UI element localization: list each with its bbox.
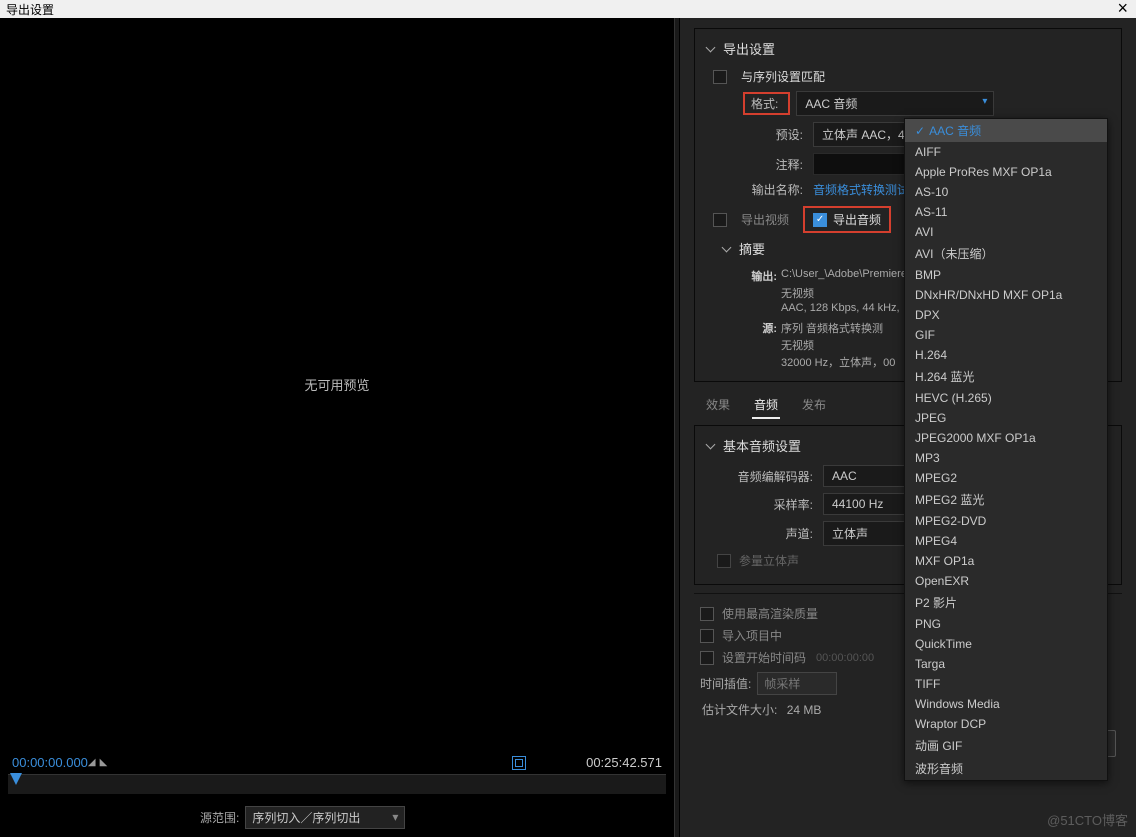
format-option[interactable]: PNG	[905, 614, 1107, 634]
format-option[interactable]: Targa	[905, 654, 1107, 674]
max-quality-label: 使用最高渲染质量	[722, 605, 818, 622]
output-name-link[interactable]: 音频格式转换测试	[813, 181, 909, 198]
format-option[interactable]: AVI（未压缩）	[905, 242, 1107, 265]
export-settings-header[interactable]: 导出设置	[707, 39, 1109, 58]
import-project-label: 导入项目中	[722, 627, 782, 644]
preview-panel: 无可用预览 00:00:00.000 ◢ ◣ 00:25:42.571 源范围:…	[0, 18, 674, 837]
format-option[interactable]: MPEG2-DVD	[905, 511, 1107, 531]
format-option[interactable]: AS-10	[905, 182, 1107, 202]
format-option[interactable]: JPEG	[905, 408, 1107, 428]
sample-label: 采样率:	[723, 496, 813, 513]
chevron-down-icon	[707, 441, 717, 451]
format-option[interactable]: P2 影片	[905, 591, 1107, 614]
codec-label: 音频编解码器:	[723, 468, 813, 485]
format-option[interactable]: MP3	[905, 448, 1107, 468]
format-option[interactable]: MXF OP1a	[905, 551, 1107, 571]
start-timecode-checkbox[interactable]	[700, 651, 714, 665]
format-label: 格式:	[747, 95, 782, 113]
format-option[interactable]: AIFF	[905, 142, 1107, 162]
param-stereo-checkbox	[717, 554, 731, 568]
format-option[interactable]: Windows Media	[905, 694, 1107, 714]
format-option[interactable]: H.264	[905, 345, 1107, 365]
param-stereo-label: 参量立体声	[739, 552, 799, 569]
format-option[interactable]: MPEG2 蓝光	[905, 488, 1107, 511]
format-option[interactable]: MPEG2	[905, 468, 1107, 488]
comment-label: 注释:	[743, 156, 803, 173]
format-option[interactable]: 动画 GIF	[905, 734, 1107, 757]
mark-in-icon[interactable]: ◢	[88, 757, 96, 768]
export-audio-checkbox[interactable]: ✓	[813, 213, 827, 227]
output-name-label: 输出名称:	[719, 181, 803, 198]
format-option[interactable]: DPX	[905, 305, 1107, 325]
start-timecode-value: 00:00:00:00	[816, 652, 874, 664]
format-option[interactable]: QuickTime	[905, 634, 1107, 654]
format-option[interactable]: JPEG2000 MXF OP1a	[905, 428, 1107, 448]
titlebar: 导出设置 ×	[0, 0, 1136, 18]
format-option[interactable]: OpenEXR	[905, 571, 1107, 591]
tab-publish[interactable]: 发布	[800, 392, 828, 419]
start-timecode-label: 设置开始时间码	[722, 649, 806, 666]
max-quality-checkbox[interactable]	[700, 607, 714, 621]
format-option[interactable]: HEVC (H.265)	[905, 388, 1107, 408]
interp-select[interactable]: 帧采样	[757, 672, 837, 695]
format-option[interactable]: AVI	[905, 222, 1107, 242]
format-option[interactable]: 波形音频	[905, 757, 1107, 780]
no-preview-text: 无可用预览	[0, 18, 674, 751]
chevron-down-icon	[707, 44, 717, 54]
import-project-checkbox[interactable]	[700, 629, 714, 643]
range-label: 源范围:	[200, 809, 239, 826]
chevron-down-icon: ▾	[982, 96, 987, 107]
format-option[interactable]: GIF	[905, 325, 1107, 345]
format-option[interactable]: Wraptor DCP	[905, 714, 1107, 734]
format-option[interactable]: DNxHR/DNxHD MXF OP1a	[905, 285, 1107, 305]
format-select[interactable]: AAC 音频 ▾	[796, 91, 994, 116]
format-option[interactable]: Apple ProRes MXF OP1a	[905, 162, 1107, 182]
window-title: 导出设置	[6, 3, 54, 17]
fit-icon[interactable]	[512, 756, 526, 770]
tab-audio[interactable]: 音频	[752, 392, 780, 419]
export-audio-label: 导出音频	[833, 211, 881, 228]
timeline-bar: 00:00:00.000 ◢ ◣ 00:25:42.571	[0, 751, 674, 774]
format-option[interactable]: AAC 音频	[905, 119, 1107, 142]
format-dropdown[interactable]: AAC 音频AIFFApple ProRes MXF OP1aAS-10AS-1…	[904, 118, 1108, 781]
tab-effects[interactable]: 效果	[704, 392, 732, 419]
match-sequence-label: 与序列设置匹配	[741, 68, 825, 85]
interp-label: 时间插值:	[700, 675, 751, 692]
format-option[interactable]: TIFF	[905, 674, 1107, 694]
export-video-label: 导出视频	[741, 211, 789, 228]
chevron-down-icon	[723, 244, 733, 254]
scrubber[interactable]	[8, 774, 666, 794]
channel-label: 声道:	[723, 525, 813, 542]
watermark: @51CTO博客	[1047, 810, 1128, 829]
format-option[interactable]: AS-11	[905, 202, 1107, 222]
format-option[interactable]: H.264 蓝光	[905, 365, 1107, 388]
close-icon[interactable]: ×	[1117, 0, 1128, 19]
est-value: 24 MB	[787, 703, 822, 717]
format-option[interactable]: MPEG4	[905, 531, 1107, 551]
time-end: 00:25:42.571	[586, 755, 662, 770]
preset-label: 预设:	[743, 126, 803, 143]
export-video-checkbox[interactable]	[713, 213, 727, 227]
playhead-icon[interactable]	[10, 773, 22, 785]
format-option[interactable]: BMP	[905, 265, 1107, 285]
range-select[interactable]: 序列切入／序列切出 ▾	[245, 806, 405, 829]
mark-out-icon[interactable]: ◣	[100, 757, 108, 768]
match-sequence-checkbox[interactable]	[713, 70, 727, 84]
est-label: 估计文件大小:	[702, 703, 777, 717]
time-start: 00:00:00.000	[12, 755, 88, 770]
chevron-down-icon: ▾	[392, 810, 398, 824]
